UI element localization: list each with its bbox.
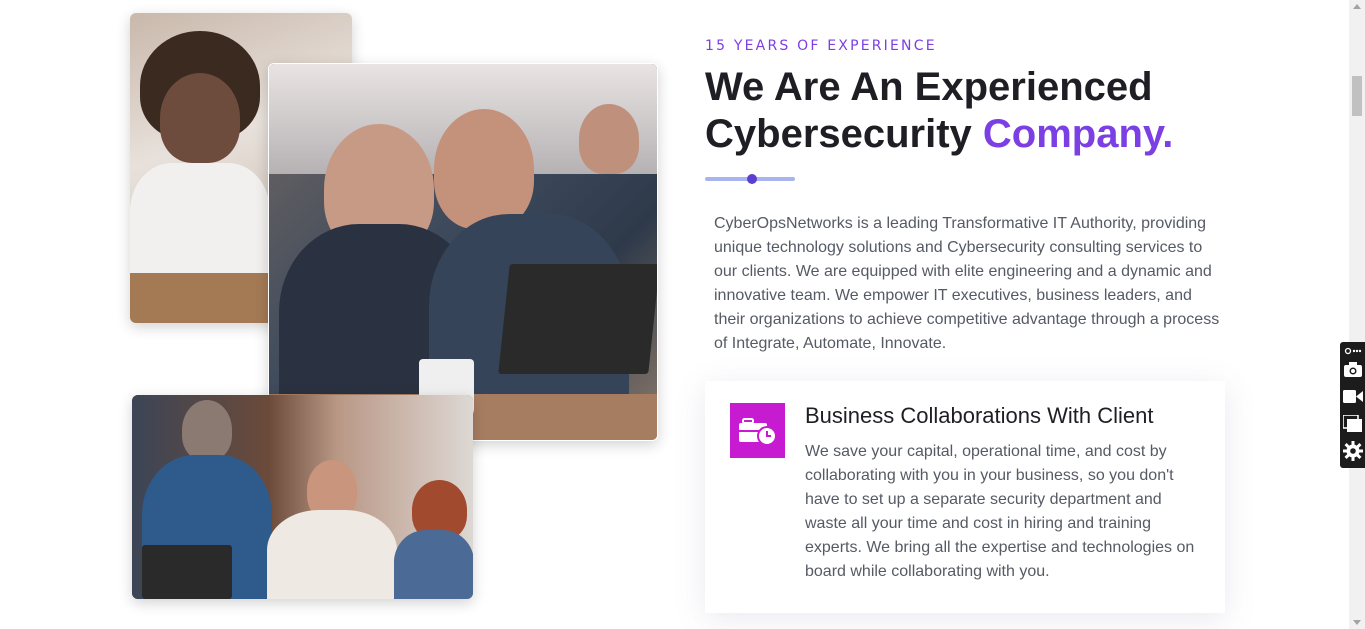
feature-description: We save your capital, operational time, … [805,443,1195,580]
headline-accent: Company. [982,112,1174,156]
scroll-up-arrow-icon[interactable] [1353,4,1361,9]
photo-team-collaborating [132,395,473,599]
divider-dot [747,174,757,184]
scrollbar-thumb[interactable] [1352,76,1362,116]
camera-icon[interactable] [1342,359,1363,380]
page-headline: We Are An Experienced Cybersecurity Comp… [705,64,1265,158]
experience-eyebrow: 15 YEARS OF EXPERIENCE [705,38,937,54]
video-icon[interactable] [1342,386,1363,407]
scroll-down-arrow-icon[interactable] [1353,620,1361,625]
photo-team-at-laptop [268,63,658,441]
feature-card: Business Collaborations With Client We s… [705,381,1225,613]
briefcase-clock-icon [730,403,785,458]
company-intro: CyberOpsNetworks is a leading Transforma… [714,215,1220,352]
copy-icon[interactable] [1342,413,1363,434]
vertical-scrollbar[interactable] [1349,0,1365,629]
link-icon[interactable] [1342,344,1363,358]
settings-icon[interactable] [1342,440,1363,461]
feature-title: Business Collaborations With Client [805,403,1154,428]
screen-capture-toolbar [1340,342,1365,468]
